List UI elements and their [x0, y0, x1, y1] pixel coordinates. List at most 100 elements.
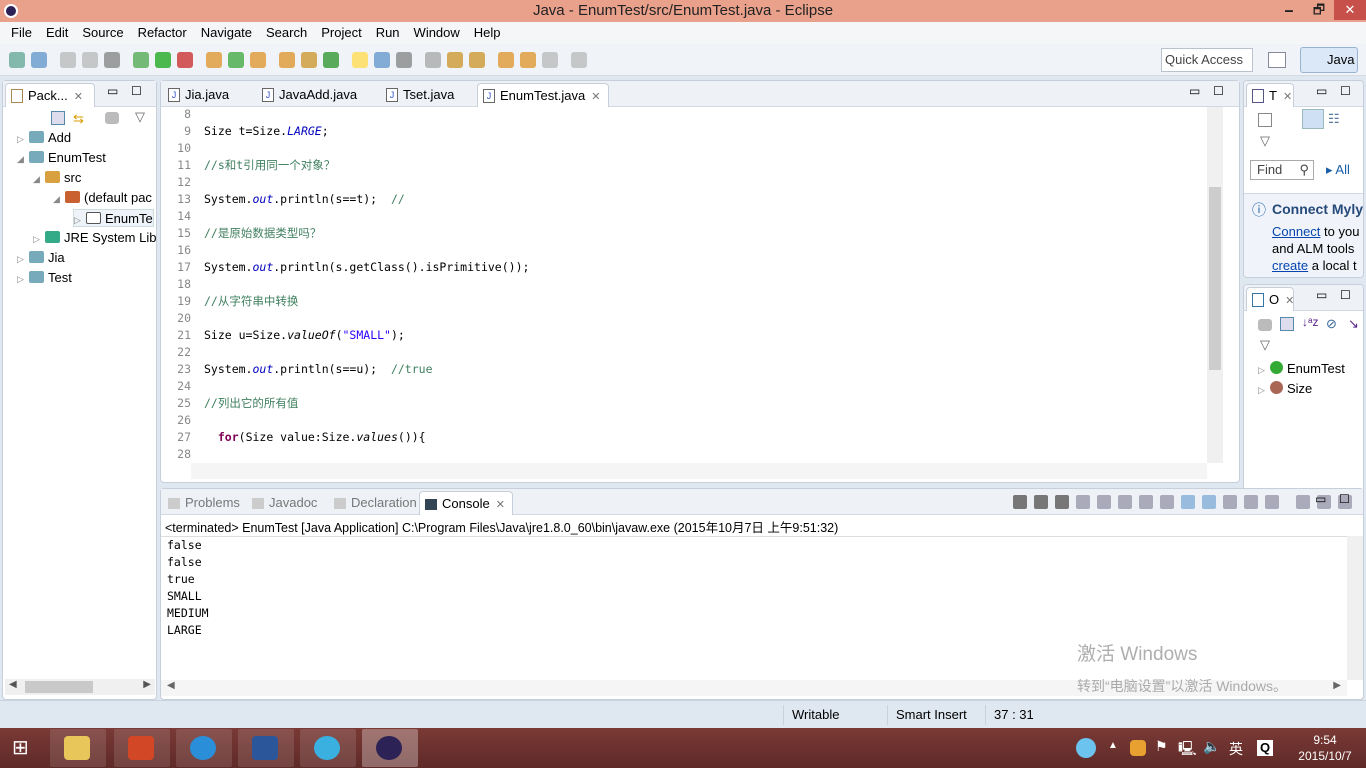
toolbar-button-icon[interactable]: [279, 52, 295, 68]
console-toolbar-button-icon[interactable]: [1034, 495, 1048, 509]
editor-tab-jia[interactable]: J Jia.java: [163, 83, 253, 107]
taskbar-app-2[interactable]: [300, 729, 356, 767]
toolbar-button-icon[interactable]: [104, 52, 120, 68]
console-toolbar-button-icon[interactable]: [1097, 495, 1111, 509]
menu-navigate[interactable]: Navigate: [194, 22, 259, 44]
toolbar-button-icon[interactable]: [177, 52, 193, 68]
toolbar-button-icon[interactable]: [542, 52, 558, 68]
toolbar-button-icon[interactable]: [31, 52, 47, 68]
menu-search[interactable]: Search: [259, 22, 314, 44]
menu-refactor[interactable]: Refactor: [131, 22, 194, 44]
expand-toggle-icon[interactable]: ◢: [33, 170, 45, 188]
collapse-all-icon[interactable]: [1280, 317, 1294, 331]
minimize-editor-icon[interactable]: ▭: [1189, 84, 1200, 98]
view-menu-icon[interactable]: ▽: [1260, 133, 1270, 149]
editor-tab-enumtest[interactable]: J EnumTest.java ✕: [477, 83, 609, 107]
minimize-view-icon[interactable]: ▭: [1315, 492, 1326, 506]
tab-console[interactable]: Console ✕: [419, 491, 513, 515]
expand-toggle-icon[interactable]: ◢: [17, 150, 29, 168]
tree-item-jia[interactable]: ▷ Jia: [17, 249, 65, 267]
console-toolbar-button-icon[interactable]: [1160, 495, 1174, 509]
filters-icon[interactable]: [1258, 319, 1272, 331]
scheduled-icon[interactable]: ☷: [1328, 111, 1344, 127]
taskbar-app[interactable]: [176, 729, 232, 767]
taskbar-file-explorer[interactable]: [50, 729, 106, 767]
view-menu-icon[interactable]: ▽: [135, 109, 145, 125]
tab-task-list[interactable]: T ✕: [1246, 83, 1294, 107]
maximize-editor-icon[interactable]: ☐: [1213, 84, 1224, 98]
vertical-scrollbar[interactable]: [1207, 107, 1223, 463]
toolbar-button-icon[interactable]: [498, 52, 514, 68]
quick-access-input[interactable]: Quick Access: [1161, 48, 1253, 72]
toolbar-button-icon[interactable]: [60, 52, 76, 68]
toolbar-button-icon[interactable]: [447, 52, 463, 68]
toolbar-button-icon[interactable]: [425, 52, 441, 68]
expand-toggle-icon[interactable]: ▷: [17, 130, 29, 148]
toolbar-button-icon[interactable]: [133, 52, 149, 68]
toolbar-button-icon[interactable]: [323, 52, 339, 68]
menu-window[interactable]: Window: [407, 22, 467, 44]
java-perspective-button[interactable]: Java: [1300, 47, 1358, 73]
close-icon[interactable]: ✕: [1283, 91, 1292, 103]
connect-link[interactable]: Connect: [1272, 224, 1320, 239]
horizontal-scrollbar[interactable]: ◀ ▶: [5, 679, 155, 695]
qq-icon[interactable]: [1130, 740, 1146, 756]
console-vertical-scrollbar[interactable]: [1347, 536, 1363, 680]
hide-static-icon[interactable]: ↘: [1348, 316, 1359, 332]
menu-project[interactable]: Project: [314, 22, 368, 44]
tree-item-jre-system-lib[interactable]: ▷ JRE System Lib: [33, 229, 156, 247]
console-toolbar-button-icon[interactable]: [1118, 495, 1132, 509]
toolbar-button-icon[interactable]: [396, 52, 412, 68]
clock[interactable]: 9:54 2015/10/7: [1290, 732, 1360, 764]
toolbar-button-icon[interactable]: [520, 52, 536, 68]
expand-toggle-icon[interactable]: ▷: [17, 250, 29, 268]
tree-item-test[interactable]: ▷ Test: [17, 269, 72, 287]
close-icon[interactable]: ✕: [1285, 295, 1294, 307]
tab-outline[interactable]: O ✕: [1246, 287, 1294, 311]
ime-indicator[interactable]: 英: [1229, 739, 1243, 759]
show-hidden-icons[interactable]: ▲: [1108, 740, 1118, 751]
all-link[interactable]: ▸ All: [1326, 162, 1350, 178]
menu-edit[interactable]: Edit: [39, 22, 75, 44]
menu-file[interactable]: File: [4, 22, 39, 44]
toolbar-button-icon[interactable]: [352, 52, 368, 68]
tab-declaration[interactable]: Declaration: [329, 491, 417, 515]
restore-button[interactable]: 🗗: [1304, 0, 1334, 20]
outline-item-size[interactable]: ▷ Size: [1258, 381, 1312, 396]
console-toolbar-button-icon[interactable]: [1055, 495, 1069, 509]
tab-javadoc[interactable]: Javadoc: [247, 491, 327, 515]
toolbar-button-icon[interactable]: [301, 52, 317, 68]
network-icon[interactable]: 🖳: [1178, 738, 1197, 762]
link-with-editor-icon[interactable]: ⇆: [73, 111, 89, 126]
input-method-q-icon[interactable]: Q: [1257, 740, 1273, 756]
console-toolbar-button-icon[interactable]: [1244, 495, 1258, 509]
expand-toggle-icon[interactable]: ◢: [53, 190, 65, 208]
minimize-view-icon[interactable]: ▭: [1316, 288, 1327, 302]
editor-tab-tset[interactable]: J Tset.java: [381, 83, 471, 107]
console-toolbar-button-icon[interactable]: [1139, 495, 1153, 509]
find-input[interactable]: Find ⚲: [1250, 160, 1314, 180]
open-perspective-button[interactable]: [1268, 52, 1286, 68]
tree-item--default-pac[interactable]: ◢ (default pac: [53, 189, 152, 207]
taskbar-word[interactable]: [238, 729, 294, 767]
minimize-view-icon[interactable]: ▭: [107, 84, 118, 98]
collapse-all-icon[interactable]: [51, 111, 65, 125]
tab-package-explorer[interactable]: Pack... ✕: [5, 83, 95, 107]
sort-icon[interactable]: ↓ᵃz: [1302, 315, 1318, 329]
taskbar-powerpoint[interactable]: [114, 729, 170, 767]
tree-item-src[interactable]: ◢ src: [33, 169, 81, 187]
toolbar-button-icon[interactable]: [469, 52, 485, 68]
view-menu-icon[interactable]: ▽: [1260, 337, 1270, 353]
toolbar-button-icon[interactable]: [571, 52, 587, 68]
tree-item-add[interactable]: ▷ Add: [17, 129, 71, 147]
toolbar-button-icon[interactable]: [206, 52, 222, 68]
toolbar-button-icon[interactable]: [374, 52, 390, 68]
editor-tab-javaadd[interactable]: J JavaAdd.java: [257, 83, 375, 107]
taskbar-eclipse[interactable]: [362, 729, 418, 767]
tree-item-enumte[interactable]: ▷ EnumTe: [73, 209, 154, 227]
maximize-view-icon[interactable]: ☐: [1340, 288, 1351, 302]
close-button[interactable]: ✕: [1334, 0, 1366, 20]
expand-toggle-icon[interactable]: ▷: [17, 270, 29, 288]
expand-toggle-icon[interactable]: ▷: [74, 211, 86, 229]
menu-run[interactable]: Run: [369, 22, 407, 44]
